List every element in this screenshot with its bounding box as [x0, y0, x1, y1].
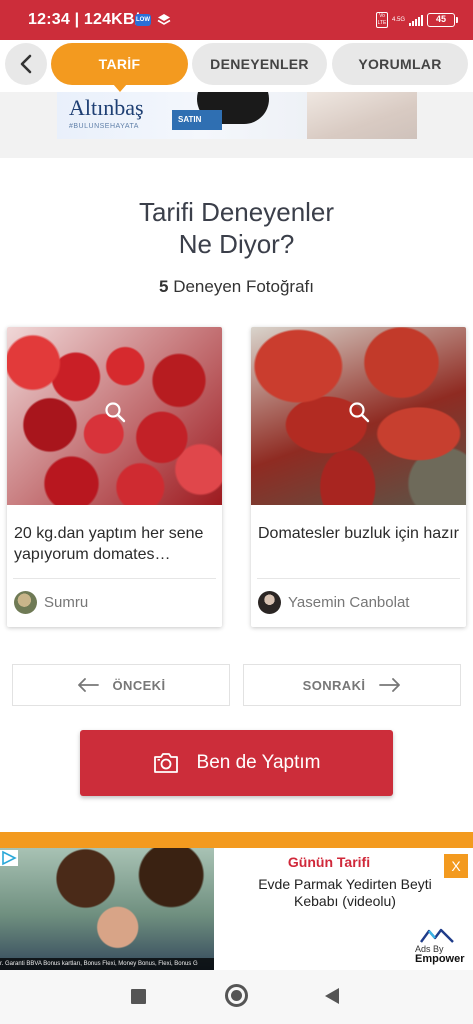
ad-choices-icon[interactable] [0, 850, 18, 866]
tried-photo-card[interactable]: Domatesler buzluk için hazır Yasemin Can… [251, 327, 466, 627]
layers-icon [157, 13, 171, 27]
system-nav-bar [0, 970, 473, 1024]
chevron-left-icon [20, 54, 32, 74]
status-time: 12:34 | 124KB/s [28, 11, 149, 28]
frozen-tomatoes-photo[interactable] [251, 327, 466, 505]
photo-count: 5 Deneyen Fotoğrafı [158, 277, 314, 296]
tomatoes-in-bags-photo[interactable] [7, 327, 222, 505]
camera-icon [153, 753, 178, 773]
ad-buy-button[interactable]: SATIN [172, 110, 222, 130]
ad-brand-logo: Altınbaş [69, 95, 144, 120]
i-made-it-button[interactable]: Ben de Yaptım [80, 730, 393, 796]
arrow-left-icon [77, 678, 99, 692]
card-author[interactable]: Sumru [14, 590, 88, 614]
zoom-icon [104, 402, 125, 423]
ad-ticker-text: r. Garanti BBVA Bonus kartları, Bonus Fl… [0, 958, 214, 970]
tried-photo-card[interactable]: 20 kg.dan yaptım her sene yapıyorum doma… [7, 327, 222, 627]
ad-model-photo [307, 92, 417, 139]
ad-slogan: #BULUNSEHAYATA [69, 123, 139, 130]
status-indicators: Vo LTE 4.5G 45 [375, 12, 458, 28]
altinbas-ad-banner[interactable]: Altınbaş #BULUNSEHAYATA SATIN [57, 92, 417, 139]
signal-icon [409, 14, 423, 26]
network-type: 4.5G [391, 16, 405, 23]
ad-recipe-title[interactable]: Evde Parmak Yedirten Beyti Kebabı (video… [240, 876, 450, 910]
battery-icon: 45 [427, 13, 458, 27]
system-back-button[interactable] [325, 988, 339, 1004]
cta-label: Ben de Yaptım [196, 752, 321, 773]
recipe-tab-header: TARİF DENEYENLER YORUMLAR [0, 40, 473, 92]
top-ad-area: Altınbaş #BULUNSEHAYATA SATIN [0, 92, 473, 158]
zoom-icon [348, 402, 369, 423]
author-name: Yasemin Canbolat [288, 593, 410, 611]
volte-icon: Vo LTE [375, 12, 388, 28]
previous-button[interactable]: ÖNCEKİ [12, 664, 230, 706]
author-name: Sumru [44, 593, 89, 611]
recent-apps-button[interactable] [131, 989, 146, 1004]
recipe-of-day-ad[interactable]: r. Garanti BBVA Bonus kartları, Bonus Fl… [0, 832, 473, 970]
empower-logo-icon [420, 928, 454, 943]
card-caption: Domatesler buzluk için hazır [258, 525, 459, 542]
card-divider [257, 578, 460, 579]
next-button[interactable]: SONRAKİ [243, 664, 461, 706]
tab-deneyenler[interactable]: DENEYENLER [192, 43, 327, 85]
card-caption: 20 kg.dan yaptım her sene yapıyorum doma… [14, 525, 204, 563]
ad-heading: Günün Tarifi [287, 854, 371, 870]
section-title: Tarifi Deneyenler Ne Diyor? [138, 197, 335, 259]
previous-label: ÖNCEKİ [112, 677, 166, 693]
avatar [14, 590, 37, 614]
tab-yorumlar[interactable]: YORUMLAR [332, 43, 468, 85]
next-label: SONRAKİ [302, 677, 366, 693]
card-author[interactable]: Yasemin Canbolat [258, 590, 409, 614]
ads-by-label: Ads By Empower [415, 944, 465, 965]
arrow-right-icon [379, 678, 401, 692]
low-data-badge: LOW [135, 14, 151, 26]
ad-accent-bar [0, 832, 473, 848]
ad-close-button[interactable]: X [444, 854, 468, 878]
tab-tarif[interactable]: TARİF [51, 43, 188, 92]
ad-video-thumbnail[interactable]: r. Garanti BBVA Bonus kartları, Bonus Fl… [0, 848, 214, 970]
card-divider [13, 578, 216, 579]
back-button[interactable] [5, 43, 47, 85]
home-button[interactable] [225, 984, 248, 1007]
status-bar: 12:34 | 124KB/s LOW Vo LTE 4.5G 45 [0, 0, 473, 40]
avatar [258, 590, 281, 614]
